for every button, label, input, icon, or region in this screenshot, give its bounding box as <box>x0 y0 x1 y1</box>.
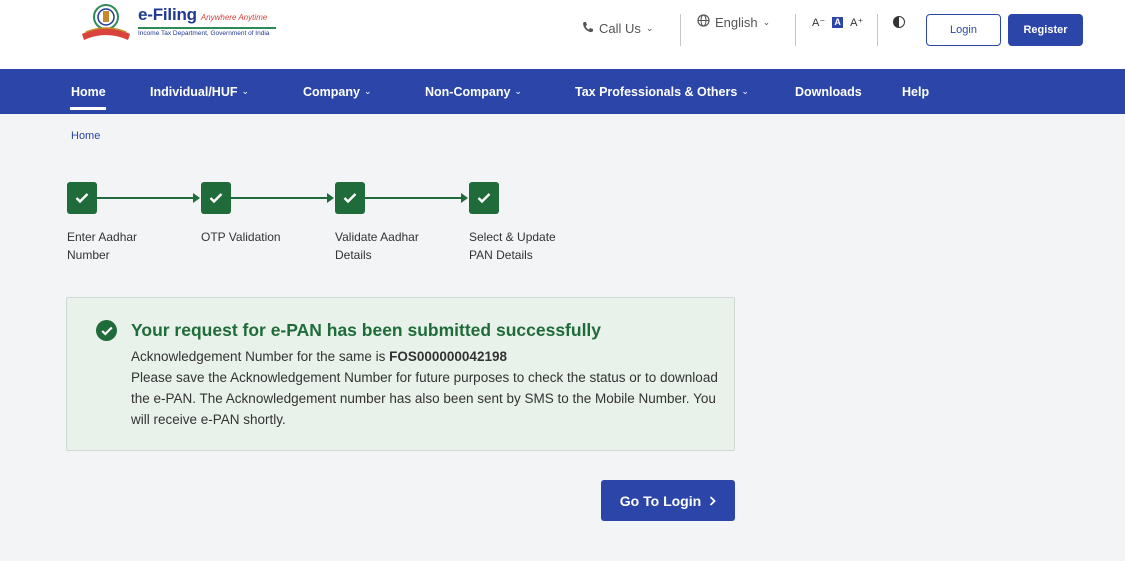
main-nav: Home Individual/HUF ⌄ Company ⌄ Non-Comp… <box>0 69 1125 114</box>
success-title: Your request for e-PAN has been submitte… <box>131 320 602 340</box>
step-connector <box>365 197 461 199</box>
step-2-check <box>201 182 231 214</box>
decrease-font-button[interactable]: A⁻ <box>812 16 825 29</box>
go-to-login-button[interactable]: Go To Login <box>601 480 735 521</box>
font-size-controls: A⁻ A A⁺ <box>812 0 863 50</box>
check-icon <box>477 193 491 204</box>
step-connector <box>97 197 193 199</box>
brand-divider <box>138 27 276 29</box>
nav-item-individual-huf[interactable]: Individual/HUF ⌄ <box>150 69 249 114</box>
step-label-line: Select & Update <box>469 230 556 244</box>
call-us-dropdown[interactable]: Call Us ⌄ <box>582 0 653 56</box>
nav-label: Tax Professionals & Others <box>575 84 738 99</box>
chevron-down-icon: ⌄ <box>241 86 250 96</box>
active-indicator <box>70 107 106 110</box>
nav-label: Individual/HUF <box>150 84 238 99</box>
header-divider <box>877 14 878 46</box>
chevron-down-icon: ⌄ <box>363 86 372 96</box>
check-icon <box>209 193 223 204</box>
chevron-down-icon: ⌄ <box>645 22 654 33</box>
language-label: English <box>715 14 758 30</box>
chevron-down-icon: ⌄ <box>741 86 749 96</box>
chevron-down-icon: ⌄ <box>514 86 522 96</box>
nav-label: Company <box>303 84 360 99</box>
success-check-icon <box>96 320 117 341</box>
step-label-line: Number <box>67 248 110 262</box>
chevron-right-icon <box>709 493 716 509</box>
globe-icon <box>697 14 710 30</box>
contrast-toggle[interactable] <box>893 0 905 50</box>
nav-item-tax-professionals[interactable]: Tax Professionals & Others ⌄ <box>575 69 749 114</box>
arrow-right-icon <box>193 193 200 203</box>
nav-item-company[interactable]: Company ⌄ <box>303 69 372 114</box>
default-font-button[interactable]: A <box>832 16 844 28</box>
arrow-right-icon <box>327 193 334 203</box>
register-button[interactable]: Register <box>1008 14 1083 46</box>
call-us-label: Call Us <box>599 20 641 36</box>
nav-label: Downloads <box>795 84 862 99</box>
nav-item-non-company[interactable]: Non-Company ⌄ <box>425 69 522 114</box>
site-header: e-Filing Anywhere Anytime Income Tax Dep… <box>0 0 1125 69</box>
language-dropdown[interactable]: English ⌄ <box>697 0 770 50</box>
success-message: Acknowledgement Number for the same is F… <box>131 346 721 430</box>
login-button[interactable]: Login <box>926 14 1001 46</box>
step-4-label: Select & Update PAN Details <box>469 228 579 264</box>
acknowledgement-number: FOS000000042198 <box>389 349 507 364</box>
arrow-right-icon <box>461 193 468 203</box>
step-3-check <box>335 182 365 214</box>
step-4-check <box>469 182 499 214</box>
chevron-down-icon: ⌄ <box>762 16 771 27</box>
header-divider <box>680 14 681 46</box>
step-3-label: Validate Aadhar Details <box>335 228 445 264</box>
nav-item-downloads[interactable]: Downloads <box>795 69 862 114</box>
check-icon <box>75 193 89 204</box>
breadcrumb-home[interactable]: Home <box>71 130 100 142</box>
step-connector <box>231 197 327 199</box>
nav-label: Home <box>71 84 106 99</box>
step-1-check <box>67 182 97 214</box>
ack-prefix: Acknowledgement Number for the same is <box>131 349 390 364</box>
nav-item-help[interactable]: Help <box>902 69 929 114</box>
acknowledgement-line: Acknowledgement Number for the same is F… <box>131 346 721 367</box>
brand-subtitle: Income Tax Department, Government of Ind… <box>138 30 270 37</box>
step-2-label: OTP Validation <box>201 228 311 246</box>
check-icon <box>343 193 357 204</box>
step-label-line: PAN Details <box>469 248 533 262</box>
emblem-logo[interactable] <box>78 2 134 44</box>
step-label-line: Enter Aadhar <box>67 230 138 244</box>
brand-tagline: Anywhere Anytime <box>200 13 268 22</box>
nav-label: Non-Company <box>425 84 511 99</box>
step-1-label: Enter Aadhar Number <box>67 228 177 264</box>
nav-label: Help <box>902 84 930 99</box>
increase-font-button[interactable]: A⁺ <box>850 16 863 29</box>
success-body: Please save the Acknowledgement Number f… <box>131 370 718 427</box>
contrast-icon <box>893 16 905 28</box>
header-divider <box>795 14 796 46</box>
phone-icon <box>582 21 594 36</box>
step-label-line: Validate Aadhar <box>335 230 419 244</box>
go-to-login-label: Go To Login <box>619 492 702 509</box>
step-label-line: Details <box>335 248 372 262</box>
brand-title: e-Filing <box>138 5 197 24</box>
brand-block[interactable]: e-Filing Anywhere Anytime Income Tax Dep… <box>138 5 276 37</box>
step-label-line: OTP Validation <box>201 230 281 244</box>
